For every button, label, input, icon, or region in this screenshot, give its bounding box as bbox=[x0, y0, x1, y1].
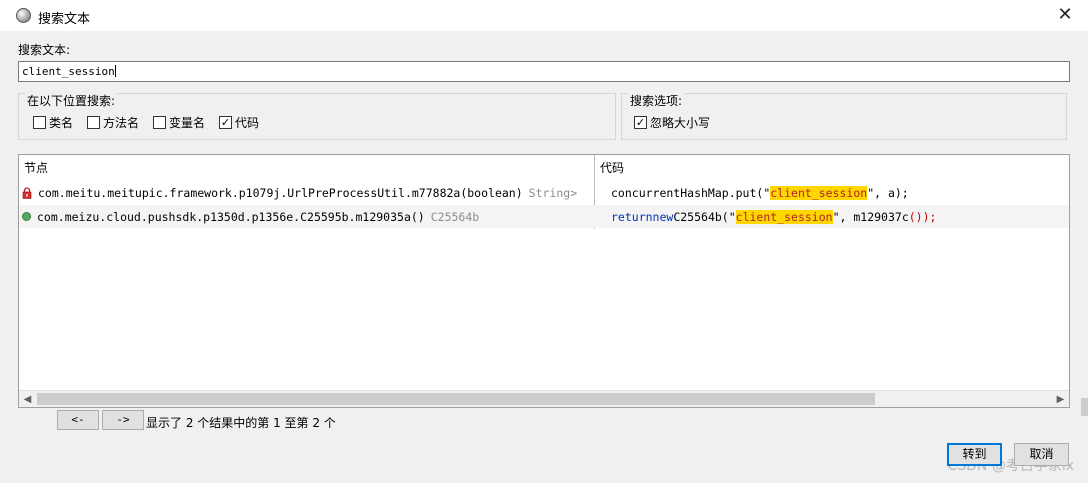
node-path: com.meitu.meitupic.framework.p1079j.UrlP… bbox=[38, 185, 523, 200]
code-cell: concurrentHashMap.put(" client_session ", … bbox=[611, 181, 909, 204]
code-keyword-new: new bbox=[652, 209, 674, 224]
window-title: 搜索文本 bbox=[38, 12, 91, 27]
checkbox-method-name[interactable]: 方法名 bbox=[87, 114, 139, 131]
code-keyword-return: return bbox=[611, 209, 653, 224]
prev-page-button[interactable]: <- bbox=[57, 410, 99, 430]
code-cell: return new C25564b(" client_session ", m12… bbox=[611, 205, 936, 228]
node-cell: com.meitu.meitupic.framework.p1079j.UrlP… bbox=[22, 181, 577, 204]
column-header-code[interactable]: 代码 bbox=[595, 155, 1070, 181]
code-after: ", a); bbox=[867, 185, 909, 200]
node-type: C25564b bbox=[430, 209, 480, 224]
scrollbar-thumb[interactable] bbox=[37, 393, 875, 405]
cancel-button[interactable]: 取消 bbox=[1014, 443, 1069, 466]
close-icon[interactable]: ✕ bbox=[1054, 4, 1076, 26]
checkbox-variable-name-label: 变量名 bbox=[169, 116, 206, 130]
app-icon bbox=[16, 8, 31, 23]
search-options-group: 搜索选项: 忽略大小写 bbox=[621, 92, 1067, 140]
search-location-title: 在以下位置搜索: bbox=[25, 92, 118, 109]
code-after: ", m129037c bbox=[832, 209, 909, 224]
scroll-right-icon[interactable]: ▶ bbox=[1052, 391, 1069, 408]
checkbox-ignore-case[interactable]: 忽略大小写 bbox=[634, 114, 710, 131]
next-page-button[interactable]: -> bbox=[102, 410, 144, 430]
table-row[interactable]: com.meitu.meitupic.framework.p1079j.UrlP… bbox=[19, 181, 1069, 204]
search-input-value: client_session bbox=[22, 65, 115, 78]
checkbox-class-name-label: 类名 bbox=[49, 116, 74, 130]
match-highlight: client_session bbox=[735, 209, 833, 224]
checkbox-ignore-case-label: 忽略大小写 bbox=[650, 116, 711, 130]
search-location-group: 在以下位置搜索: 类名 方法名 变量名 代码 bbox=[18, 92, 616, 140]
goto-button[interactable]: 转到 bbox=[947, 443, 1002, 466]
horizontal-scrollbar[interactable]: ◀ ▶ bbox=[19, 390, 1069, 407]
match-highlight: client_session bbox=[770, 185, 868, 200]
code-parens: ()); bbox=[908, 209, 937, 224]
background-scrollbar-thumb bbox=[1081, 398, 1088, 416]
code-before: C25564b(" bbox=[673, 209, 736, 224]
title-bar: 搜索文本 ✕ bbox=[0, 0, 1088, 31]
checkbox-class-name[interactable]: 类名 bbox=[33, 114, 73, 131]
search-text-dialog: 搜索文本 ✕ 搜索文本: client_session 在以下位置搜索: 类名 … bbox=[0, 0, 1088, 483]
table-row[interactable]: com.meizu.cloud.pushsdk.p1350d.p1356e.C2… bbox=[19, 205, 1069, 228]
public-method-icon bbox=[22, 212, 31, 221]
search-input[interactable]: client_session bbox=[18, 61, 1070, 82]
checkbox-method-name-label: 方法名 bbox=[103, 116, 140, 130]
node-cell: com.meizu.cloud.pushsdk.p1350d.p1356e.C2… bbox=[22, 205, 479, 228]
results-status: 显示了 2 个结果中的第 1 至第 2 个 bbox=[146, 416, 336, 430]
node-type: String> bbox=[528, 185, 578, 200]
text-caret bbox=[114, 65, 116, 77]
scroll-left-icon[interactable]: ◀ bbox=[19, 391, 36, 408]
results-table: 节点 代码 com.meitu.meitupic.framework.p1079… bbox=[18, 154, 1070, 408]
checkbox-code-label: 代码 bbox=[235, 116, 260, 130]
checkbox-variable-name[interactable]: 变量名 bbox=[153, 114, 205, 131]
search-options-title: 搜索选项: bbox=[628, 92, 685, 109]
search-label: 搜索文本: bbox=[18, 43, 71, 57]
code-before: concurrentHashMap.put(" bbox=[611, 185, 771, 200]
checkbox-ignore-case-box[interactable] bbox=[634, 116, 647, 129]
checkbox-method-name-box[interactable] bbox=[87, 116, 100, 129]
locked-method-icon bbox=[22, 186, 32, 199]
checkbox-class-name-box[interactable] bbox=[33, 116, 46, 129]
node-path: com.meizu.cloud.pushsdk.p1350d.p1356e.C2… bbox=[37, 209, 425, 224]
column-header-node[interactable]: 节点 bbox=[19, 155, 594, 181]
checkbox-variable-name-box[interactable] bbox=[153, 116, 166, 129]
checkbox-code-box[interactable] bbox=[219, 116, 232, 129]
checkbox-code[interactable]: 代码 bbox=[219, 114, 259, 131]
